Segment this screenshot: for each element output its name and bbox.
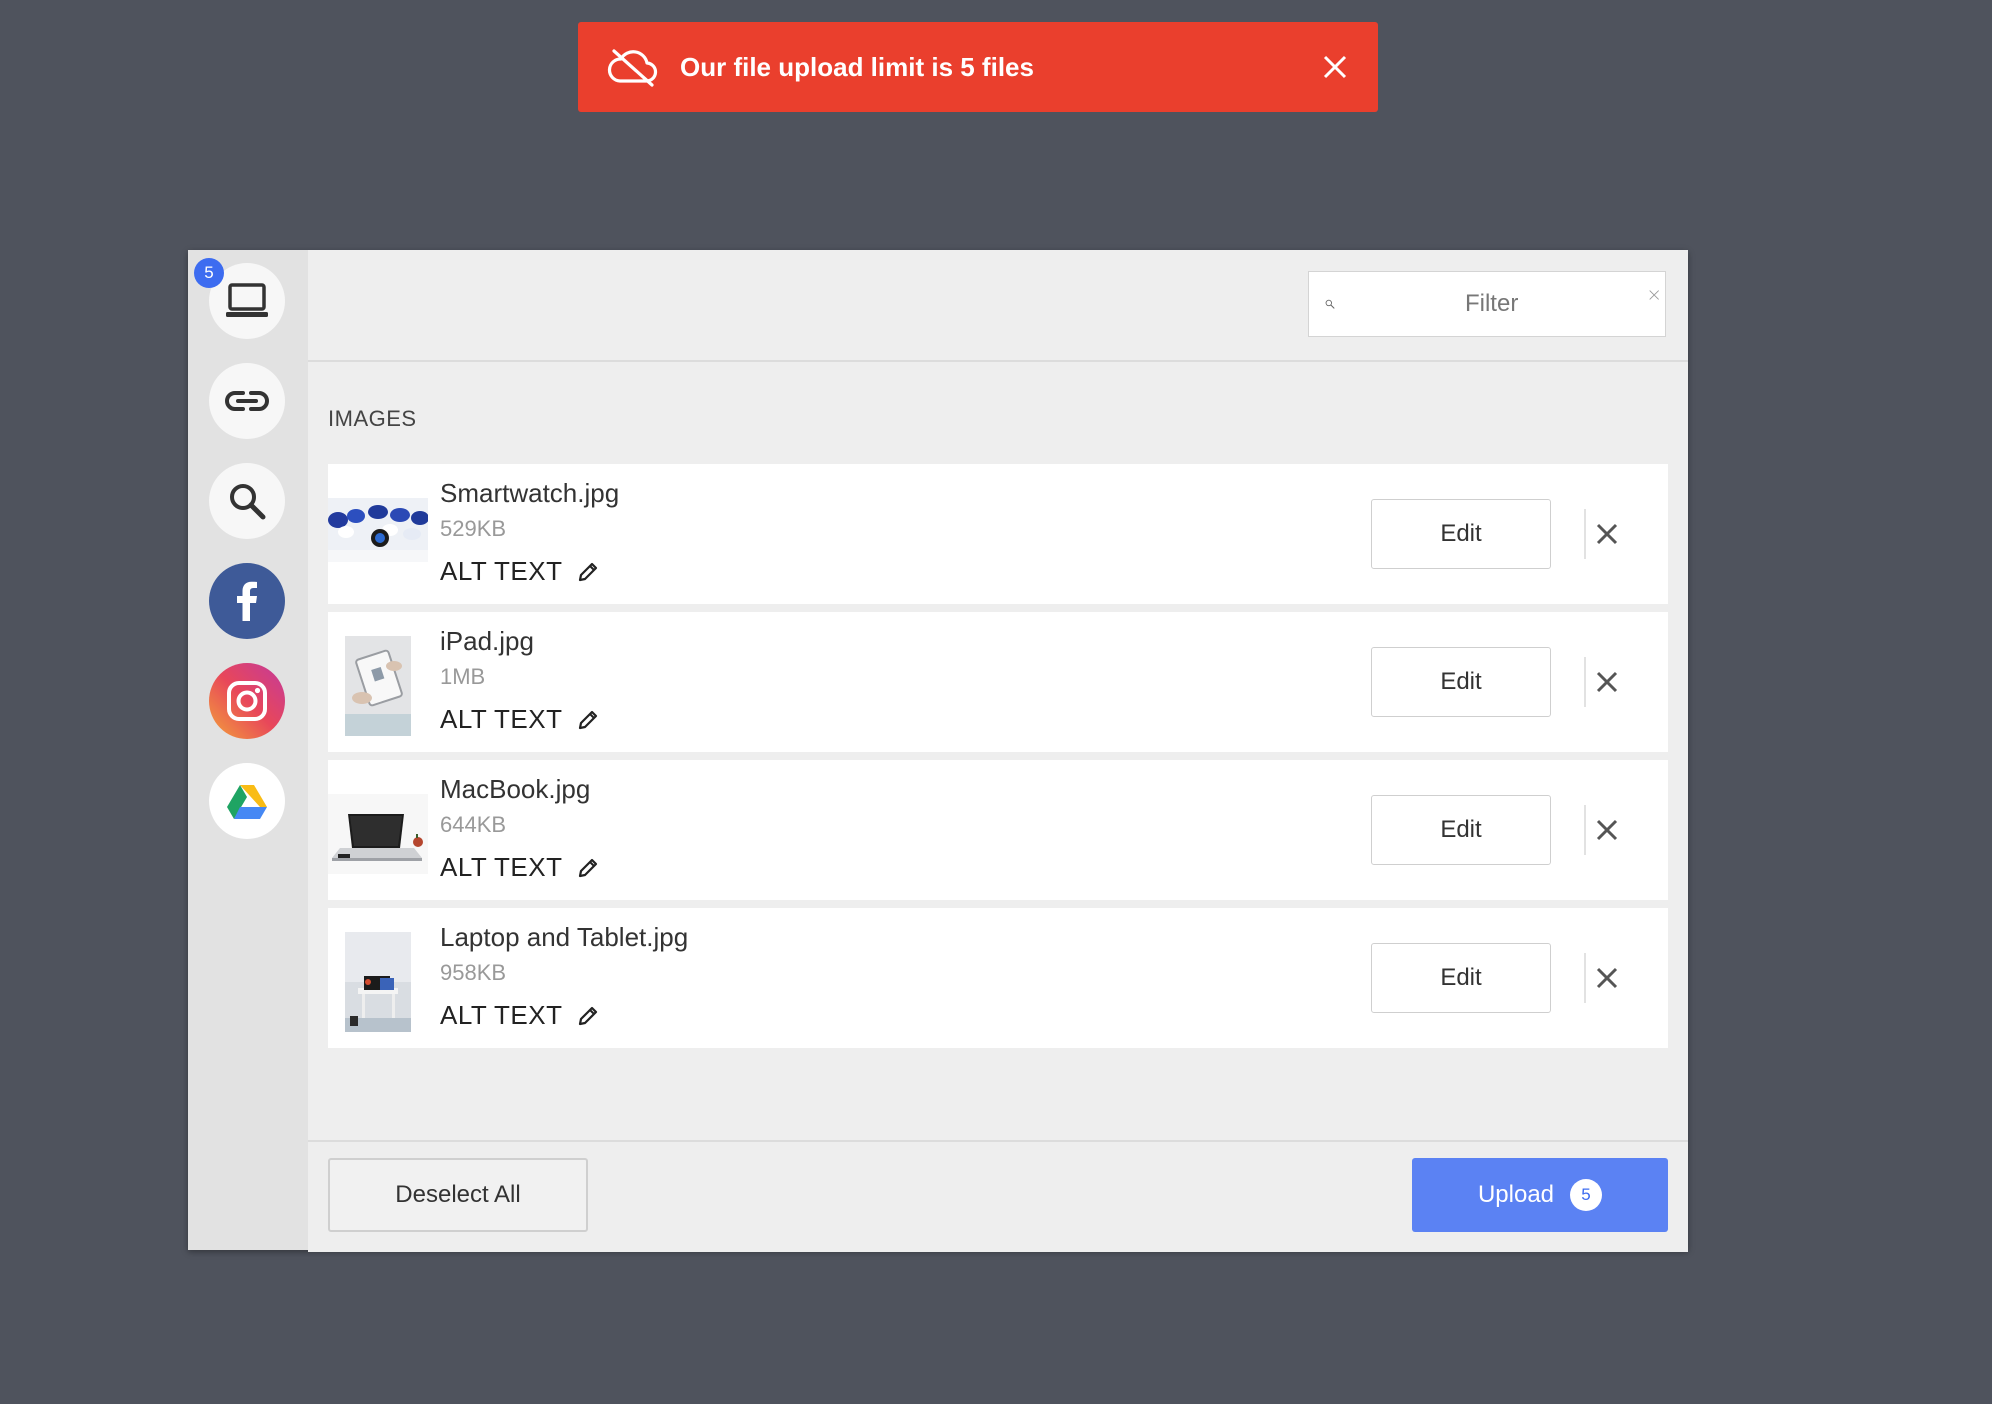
edit-button[interactable]: Edit — [1371, 943, 1551, 1013]
upload-label: Upload — [1477, 1181, 1555, 1208]
edit-button[interactable]: Edit — [1371, 795, 1551, 865]
remove-file-icon[interactable] — [1596, 671, 1618, 693]
file-picker-dialog: 5 Filter IMAGES Smartwatch.jpg 529KB ALT… — [188, 250, 1688, 1252]
file-row: MacBook.jpg 644KB ALT TEXT Edit — [328, 760, 1668, 900]
filter-input[interactable] — [1334, 289, 1649, 319]
file-thumbnail — [328, 488, 428, 588]
file-row: Laptop and Tablet.jpg 958KB ALT TEXT Edi… — [328, 908, 1668, 1048]
source-image-search[interactable] — [209, 463, 285, 539]
clear-filter-icon[interactable] — [1649, 280, 1659, 310]
search-icon — [1325, 299, 1335, 309]
file-thumbnail — [328, 784, 428, 884]
section-title: IMAGES — [328, 406, 417, 431]
dialog-footer: Deselect All Upload 5 — [308, 1140, 1688, 1252]
cloud-off-icon — [607, 49, 658, 87]
pencil-icon — [578, 562, 597, 581]
divider — [1584, 657, 1586, 707]
file-thumbnail — [328, 636, 428, 736]
alt-text-editor[interactable]: ALT TEXT — [440, 704, 599, 735]
upload-count-badge: 5 — [1570, 1179, 1603, 1211]
alt-text-label: ALT TEXT — [440, 1000, 563, 1030]
alt-text-editor[interactable]: ALT TEXT — [440, 556, 599, 587]
link-icon — [225, 391, 269, 411]
divider — [1584, 509, 1586, 559]
edit-button[interactable]: Edit — [1371, 499, 1551, 569]
file-size: 958KB — [440, 960, 507, 985]
error-toast: Our file upload limit is 5 files — [578, 22, 1378, 112]
remove-file-icon[interactable] — [1596, 819, 1618, 841]
source-instagram[interactable] — [209, 663, 285, 739]
search-icon — [230, 484, 266, 520]
alt-text-label: ALT TEXT — [440, 852, 563, 882]
alt-text-label: ALT TEXT — [440, 704, 563, 734]
remove-file-icon[interactable] — [1596, 523, 1618, 545]
upload-button[interactable]: Upload 5 — [1412, 1158, 1668, 1232]
source-google-drive[interactable] — [209, 763, 285, 839]
pencil-icon — [578, 710, 597, 729]
alt-text-label: ALT TEXT — [440, 556, 563, 586]
edit-button[interactable]: Edit — [1371, 647, 1551, 717]
deselect-all-button[interactable]: Deselect All — [328, 1158, 588, 1232]
file-thumbnail — [328, 932, 428, 1032]
dialog-header — [308, 250, 1688, 362]
file-name: MacBook.jpg — [440, 774, 591, 804]
file-name: iPad.jpg — [440, 626, 534, 656]
file-name: Laptop and Tablet.jpg — [440, 922, 689, 952]
file-row: Smartwatch.jpg 529KB ALT TEXT Edit — [328, 464, 1668, 604]
divider — [1584, 953, 1586, 1003]
selected-count-badge: 5 — [194, 258, 224, 288]
file-size: 1MB — [440, 664, 486, 689]
file-list: Smartwatch.jpg 529KB ALT TEXT Edit iPad.… — [328, 464, 1668, 1056]
remove-file-icon[interactable] — [1596, 967, 1618, 989]
source-link[interactable] — [209, 363, 285, 439]
source-facebook[interactable] — [209, 563, 285, 639]
instagram-icon — [227, 681, 267, 721]
divider — [1584, 805, 1586, 855]
alt-text-editor[interactable]: ALT TEXT — [440, 852, 599, 883]
close-icon[interactable] — [1322, 54, 1348, 80]
file-size: 644KB — [440, 812, 507, 837]
pencil-icon — [578, 858, 597, 877]
facebook-icon — [237, 581, 257, 621]
filter-box — [1308, 271, 1666, 337]
file-name: Smartwatch.jpg — [440, 478, 620, 508]
file-size: 529KB — [440, 516, 507, 541]
file-row: iPad.jpg 1MB ALT TEXT Edit — [328, 612, 1668, 752]
source-sidebar: 5 — [188, 250, 308, 1250]
alt-text-editor[interactable]: ALT TEXT — [440, 1000, 599, 1031]
toast-message: Our file upload limit is 5 files — [680, 51, 1034, 82]
laptop-icon — [226, 283, 268, 317]
google-drive-icon — [227, 785, 267, 819]
pencil-icon — [578, 1006, 597, 1025]
